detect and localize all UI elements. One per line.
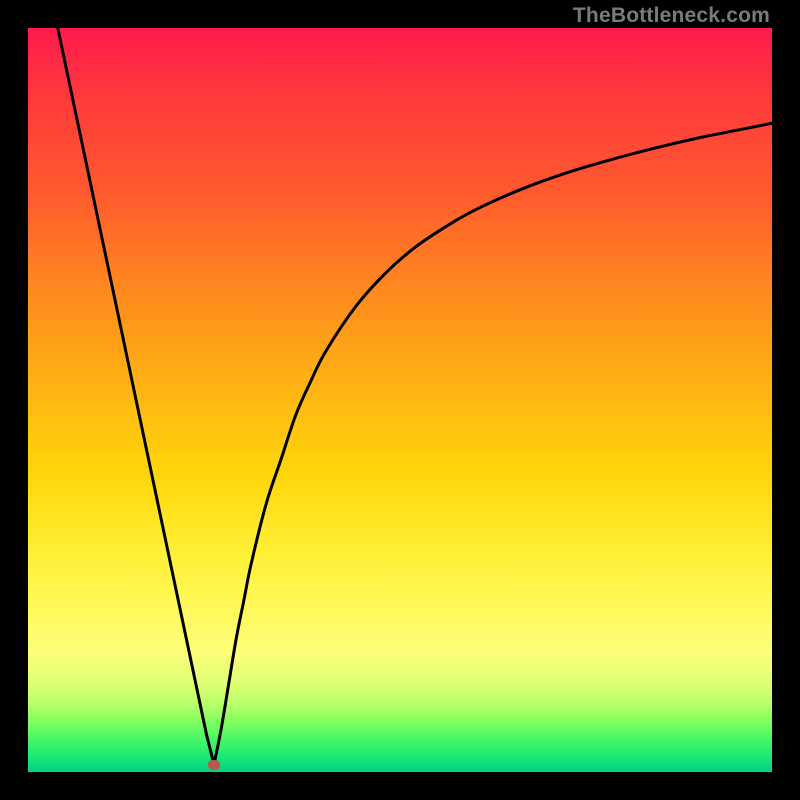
plot-area [28, 28, 772, 772]
chart-frame: TheBottleneck.com [0, 0, 800, 800]
curve-right-branch [214, 123, 772, 764]
minimum-marker [208, 760, 220, 770]
bottleneck-curve [28, 28, 772, 772]
watermark-text: TheBottleneck.com [573, 4, 770, 28]
curve-left-branch [58, 28, 214, 765]
